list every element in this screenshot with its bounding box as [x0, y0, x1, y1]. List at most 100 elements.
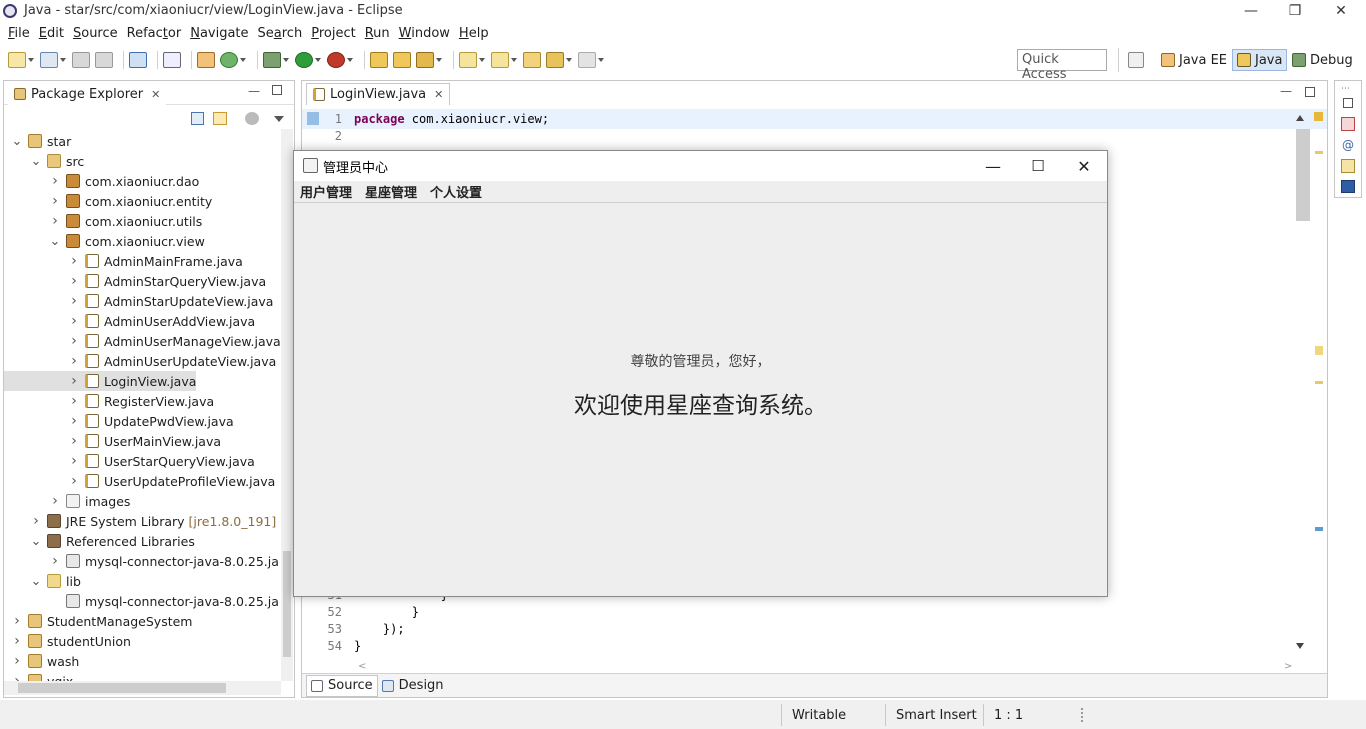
scroll-down-arrow[interactable]	[1296, 643, 1304, 649]
debug-icon[interactable]	[263, 52, 281, 68]
dialog-minimize-button[interactable]: —	[970, 151, 1016, 181]
tree-item[interactable]: ⌄ Referenced Libraries	[4, 531, 195, 551]
tree-item[interactable]: › wash	[4, 651, 79, 671]
chevron-right-icon[interactable]: ›	[69, 373, 79, 389]
hscroll-left-arrow[interactable]: <	[358, 661, 366, 672]
menu-item[interactable]: Source	[73, 26, 125, 41]
tree-item[interactable]: ⌄ com.xiaoniucr.view	[4, 231, 205, 251]
editor-vscroll-thumb[interactable]	[1296, 129, 1310, 221]
chevron-right-icon[interactable]: ›	[50, 193, 60, 209]
perspective-debug[interactable]: Debug	[1288, 49, 1357, 71]
view-menu-icon[interactable]	[274, 116, 284, 122]
open-type-icon[interactable]	[370, 52, 388, 68]
tree-item[interactable]: ⌄ star	[4, 131, 72, 151]
back-icon[interactable]	[546, 52, 564, 68]
restore-icon[interactable]	[1343, 98, 1353, 108]
tree-item[interactable]: › com.xiaoniucr.dao	[4, 171, 199, 191]
tree-item[interactable]: › AdminUserAddView.java	[4, 311, 255, 331]
minimize-view-icon[interactable]: —	[248, 84, 260, 98]
tree-item[interactable]: › AdminStarUpdateView.java	[4, 291, 273, 311]
tree-item[interactable]: › UserStarQueryView.java	[4, 451, 255, 471]
tree-item[interactable]: › studentUnion	[4, 631, 131, 651]
tree-item[interactable]: › RegisterView.java	[4, 391, 214, 411]
open-folder-icon[interactable]	[393, 52, 411, 68]
code-line[interactable]: }	[354, 605, 419, 619]
menu-personal-settings[interactable]: 个人设置	[430, 182, 482, 201]
chevron-right-icon[interactable]: ›	[69, 333, 79, 349]
skip-breakpoints-icon[interactable]	[163, 52, 181, 68]
tree-item[interactable]: › images	[4, 491, 130, 511]
chevron-down-icon[interactable]: ⌄	[12, 134, 23, 149]
pencil-icon[interactable]	[416, 52, 434, 68]
hscroll-right-arrow[interactable]: >	[1284, 661, 1292, 672]
chevron-down-icon[interactable]: ⌄	[31, 154, 42, 169]
last-edit-icon[interactable]	[523, 52, 541, 68]
chevron-right-icon[interactable]: ›	[69, 353, 79, 369]
external-tools-icon[interactable]	[327, 52, 345, 68]
save-icon[interactable]	[72, 52, 90, 68]
maximize-editor-icon[interactable]	[1305, 87, 1315, 97]
chevron-right-icon[interactable]: ›	[69, 293, 79, 309]
perspective-java[interactable]: Java	[1232, 49, 1288, 71]
chevron-right-icon[interactable]: ›	[12, 653, 22, 669]
menu-item[interactable]: File	[8, 26, 37, 41]
run-icon[interactable]	[295, 52, 313, 68]
tree-item[interactable]: › com.xiaoniucr.entity	[4, 191, 212, 211]
tree-item[interactable]: › JRE System Library [jre1.8.0_191]	[4, 511, 276, 531]
chevron-down-icon[interactable]: ⌄	[31, 574, 42, 589]
dialog-close-button[interactable]: ✕	[1061, 151, 1107, 181]
console-icon[interactable]	[1341, 180, 1355, 193]
tab-loginview-java[interactable]: LoginView.java ✕	[306, 83, 451, 105]
code-line[interactable]: }	[354, 639, 361, 653]
tree-item[interactable]: › StudentManageSystem	[4, 611, 192, 631]
chevron-right-icon[interactable]: ›	[69, 273, 79, 289]
forward-icon[interactable]	[578, 52, 596, 68]
chevron-right-icon[interactable]: ›	[69, 433, 79, 449]
javadoc-icon[interactable]: @	[1342, 138, 1354, 152]
new-project-icon[interactable]	[40, 52, 58, 68]
vscroll-thumb[interactable]	[283, 551, 291, 657]
tree-item[interactable]: › com.xiaoniucr.utils	[4, 211, 202, 231]
chevron-right-icon[interactable]: ›	[50, 553, 60, 569]
chevron-right-icon[interactable]: ›	[12, 613, 22, 629]
previous-annotation-icon[interactable]	[491, 52, 509, 68]
declaration-icon[interactable]	[1341, 159, 1355, 173]
menu-item[interactable]: Navigate	[190, 26, 255, 41]
dialog-maximize-button[interactable]: ☐	[1015, 151, 1061, 181]
menu-item[interactable]: Run	[365, 26, 397, 41]
chevron-down-icon[interactable]: ⌄	[31, 534, 42, 549]
package-tree-vscrollbar[interactable]	[281, 129, 293, 681]
tree-item[interactable]: › LoginView.java	[4, 371, 197, 391]
minimize-editor-icon[interactable]: —	[1280, 84, 1292, 98]
menu-item[interactable]: Edit	[39, 26, 71, 41]
chevron-right-icon[interactable]: ›	[50, 493, 60, 509]
chevron-right-icon[interactable]: ›	[50, 213, 60, 229]
menu-item[interactable]: Search	[258, 26, 310, 41]
new-icon[interactable]	[8, 52, 26, 68]
menu-item[interactable]: Project	[311, 26, 363, 41]
save-all-icon[interactable]	[95, 52, 113, 68]
close-button[interactable]: ✕	[1318, 0, 1364, 22]
open-perspective-icon[interactable]	[1128, 52, 1144, 68]
tab-package-explorer[interactable]: Package Explorer ✕	[8, 83, 167, 105]
problems-icon[interactable]	[1341, 117, 1355, 131]
minimize-button[interactable]: —	[1228, 0, 1274, 22]
menu-item[interactable]: Help	[459, 26, 496, 41]
chevron-right-icon[interactable]: ›	[69, 313, 79, 329]
tree-item[interactable]: ⌄ src	[4, 151, 85, 171]
chevron-right-icon[interactable]: ›	[31, 513, 41, 529]
next-annotation-icon[interactable]	[459, 52, 477, 68]
terminal-icon[interactable]	[129, 52, 147, 68]
chevron-right-icon[interactable]: ›	[69, 253, 79, 269]
package-tree-hscrollbar[interactable]	[4, 681, 281, 695]
hscroll-thumb[interactable]	[18, 683, 226, 693]
quick-access-field[interactable]: Quick Access	[1017, 49, 1107, 82]
tree-item[interactable]: ⌄ lib	[4, 571, 81, 591]
menu-constellation-management[interactable]: 星座管理	[365, 182, 417, 201]
collapse-all-icon[interactable]	[191, 112, 204, 125]
chevron-right-icon[interactable]: ›	[69, 473, 79, 489]
tree-item[interactable]: › mysql-connector-java-8.0.25.jar	[4, 551, 280, 571]
close-tab-icon[interactable]: ✕	[151, 88, 160, 101]
chevron-down-icon[interactable]: ⌄	[50, 234, 61, 249]
tree-item[interactable]: mysql-connector-java-8.0.25.jar	[4, 591, 280, 611]
